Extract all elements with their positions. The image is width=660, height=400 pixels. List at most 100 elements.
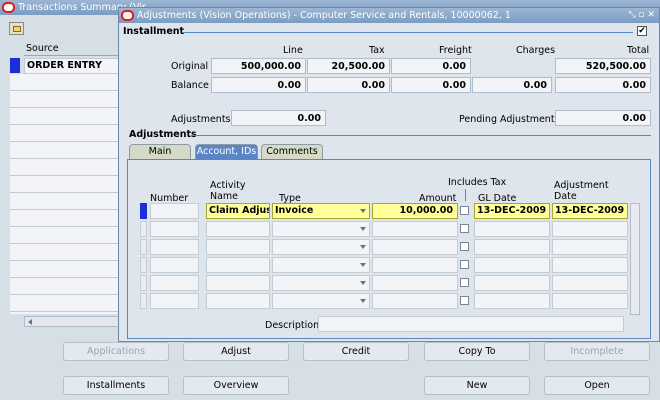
gl-date-cell[interactable] bbox=[474, 239, 550, 255]
number-cell[interactable] bbox=[150, 257, 199, 273]
source-header-underline bbox=[24, 55, 120, 56]
balance-charges[interactable]: 0.00 bbox=[472, 77, 552, 93]
row-indicator[interactable] bbox=[140, 221, 147, 237]
amount-cell[interactable] bbox=[372, 275, 458, 291]
activity-name-cell[interactable] bbox=[206, 239, 270, 255]
adjustments-total-field[interactable]: 0.00 bbox=[231, 110, 326, 126]
tab-account-ids[interactable]: Account, IDs bbox=[195, 144, 258, 159]
type-cell[interactable] bbox=[272, 293, 370, 309]
pending-adjustments-field[interactable]: 0.00 bbox=[555, 110, 651, 126]
adjustment-date-cell[interactable] bbox=[552, 293, 628, 309]
adjustments-total-label: Adjustments bbox=[171, 114, 231, 125]
row-indicator[interactable] bbox=[140, 293, 147, 309]
type-cell[interactable] bbox=[272, 257, 370, 273]
type-cell[interactable] bbox=[272, 239, 370, 255]
original-line[interactable]: 500,000.00 bbox=[211, 58, 306, 74]
type-cell[interactable]: Invoice bbox=[272, 203, 370, 219]
chevron-down-icon[interactable] bbox=[360, 299, 366, 303]
activity-name-cell[interactable] bbox=[206, 257, 270, 273]
number-cell[interactable] bbox=[150, 293, 199, 309]
source-cell-order-entry[interactable]: ORDER ENTRY bbox=[24, 58, 120, 74]
includes-tax-checkbox[interactable] bbox=[460, 224, 469, 233]
original-tax[interactable]: 20,500.00 bbox=[307, 58, 390, 74]
amount-cell[interactable] bbox=[372, 239, 458, 255]
tab-comments[interactable]: Comments bbox=[261, 144, 323, 159]
amount-cell[interactable] bbox=[372, 257, 458, 273]
original-total[interactable]: 520,500.00 bbox=[555, 58, 651, 74]
adjustment-date-cell[interactable] bbox=[552, 257, 628, 273]
activity-name-cell[interactable]: Claim Adjustm bbox=[206, 203, 270, 219]
toolbar-edit-icon[interactable] bbox=[9, 22, 24, 35]
col-tax: Tax bbox=[369, 45, 385, 56]
applications-button[interactable]: Applications bbox=[63, 342, 169, 361]
gl-date-cell[interactable]: 13-DEC-2009 bbox=[474, 203, 550, 219]
gl-date-cell[interactable] bbox=[474, 293, 550, 309]
activity-name-cell[interactable] bbox=[206, 221, 270, 237]
adjustment-date-cell[interactable] bbox=[552, 275, 628, 291]
gl-date-cell[interactable] bbox=[474, 257, 550, 273]
activity-name-cell[interactable] bbox=[206, 275, 270, 291]
adjustments-title: Adjustments (Vision Operations) - Comput… bbox=[137, 10, 511, 21]
row-indicator[interactable] bbox=[140, 203, 147, 219]
adjustment-date-cell[interactable]: 13-DEC-2009 bbox=[552, 203, 628, 219]
incomplete-button[interactable]: Incomplete bbox=[544, 342, 650, 361]
number-cell[interactable] bbox=[150, 239, 199, 255]
summary-record-indicator[interactable] bbox=[10, 58, 20, 73]
number-cell[interactable] bbox=[150, 203, 199, 219]
includes-tax-checkbox[interactable] bbox=[460, 260, 469, 269]
installment-checkbox[interactable]: ✔ bbox=[637, 26, 647, 36]
adjustments-section-label: Adjustments bbox=[129, 129, 197, 140]
chevron-down-icon[interactable] bbox=[360, 281, 366, 285]
balance-label: Balance bbox=[171, 80, 209, 91]
includes-tax-checkbox[interactable] bbox=[460, 242, 469, 251]
balance-line[interactable]: 0.00 bbox=[211, 77, 306, 93]
chevron-down-icon[interactable] bbox=[360, 245, 366, 249]
horizontal-scrollbar[interactable] bbox=[24, 316, 120, 327]
chevron-down-icon[interactable] bbox=[360, 227, 366, 231]
pending-adjustments-label: Pending Adjustments bbox=[459, 114, 560, 125]
col-freight: Freight bbox=[439, 45, 472, 56]
includes-tax-checkbox[interactable] bbox=[460, 278, 469, 287]
adjustments-dialog: Adjustments (Vision Operations) - Comput… bbox=[118, 7, 660, 342]
gl-date-cell[interactable] bbox=[474, 221, 550, 237]
original-freight[interactable]: 0.00 bbox=[391, 58, 471, 74]
adjustment-date-cell[interactable] bbox=[552, 221, 628, 237]
includes-tax-checkbox[interactable] bbox=[460, 296, 469, 305]
amount-cell[interactable] bbox=[372, 221, 458, 237]
adjust-button[interactable]: Adjust bbox=[183, 342, 289, 361]
installments-button[interactable]: Installments bbox=[63, 376, 169, 395]
new-button[interactable]: New bbox=[424, 376, 530, 395]
chevron-down-icon[interactable] bbox=[360, 209, 366, 213]
header-adjustment-date: Adjustment Date bbox=[554, 180, 609, 202]
source-column-header: Source bbox=[26, 43, 59, 54]
adjustments-tab-panel: Number Activity Name Type Amount Include… bbox=[127, 159, 651, 339]
activity-name-cell[interactable] bbox=[206, 293, 270, 309]
installment-section-label: Installment bbox=[123, 26, 185, 37]
copy-to-button[interactable]: Copy To bbox=[424, 342, 530, 361]
tab-main[interactable]: Main bbox=[129, 144, 191, 159]
lines-scrollbar[interactable] bbox=[630, 203, 640, 315]
balance-tax[interactable]: 0.00 bbox=[307, 77, 390, 93]
row-indicator[interactable] bbox=[140, 275, 147, 291]
gl-date-cell[interactable] bbox=[474, 275, 550, 291]
open-button[interactable]: Open bbox=[544, 376, 650, 395]
description-field[interactable] bbox=[318, 316, 624, 332]
col-charges: Charges bbox=[516, 45, 556, 56]
balance-total[interactable]: 0.00 bbox=[555, 77, 651, 93]
type-cell[interactable] bbox=[272, 275, 370, 291]
credit-button[interactable]: Credit bbox=[303, 342, 409, 361]
original-label: Original bbox=[171, 61, 209, 72]
number-cell[interactable] bbox=[150, 275, 199, 291]
window-controls-icon[interactable]: ⤡ ▫ ✕ bbox=[628, 8, 655, 23]
amount-cell[interactable]: 10,000.00 bbox=[372, 203, 458, 219]
number-cell[interactable] bbox=[150, 221, 199, 237]
balance-freight[interactable]: 0.00 bbox=[391, 77, 471, 93]
overview-button[interactable]: Overview bbox=[183, 376, 289, 395]
includes-tax-checkbox[interactable] bbox=[460, 206, 469, 215]
chevron-down-icon[interactable] bbox=[360, 263, 366, 267]
type-cell[interactable] bbox=[272, 221, 370, 237]
amount-cell[interactable] bbox=[372, 293, 458, 309]
row-indicator[interactable] bbox=[140, 257, 147, 273]
adjustment-date-cell[interactable] bbox=[552, 239, 628, 255]
row-indicator[interactable] bbox=[140, 239, 147, 255]
